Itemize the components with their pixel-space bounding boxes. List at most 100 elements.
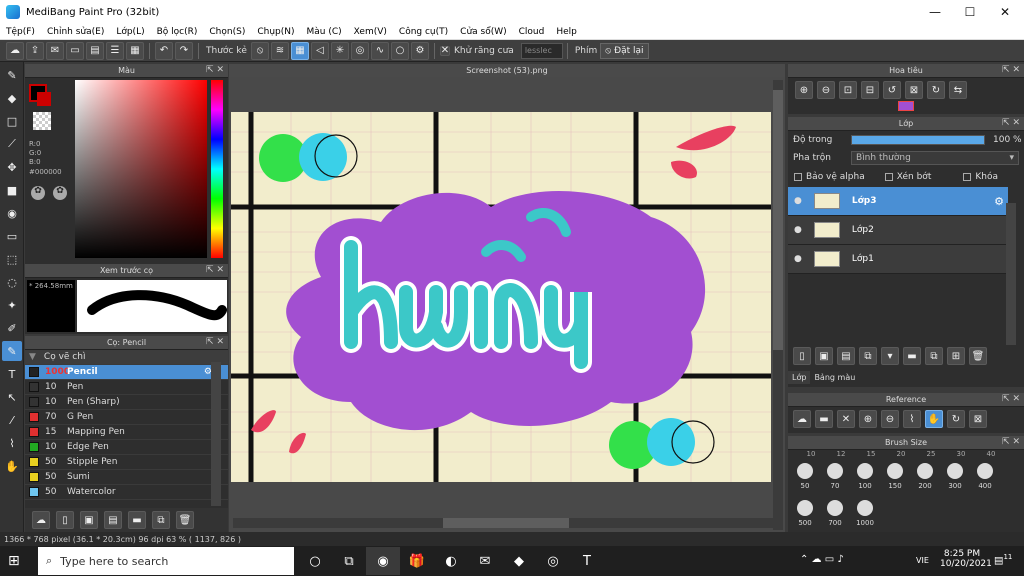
menu-capture[interactable]: Chụp(N) [251, 27, 300, 37]
bucket-tool-icon[interactable]: ◉ [2, 203, 22, 223]
brush-size-option[interactable]: 100 [850, 458, 880, 495]
eyedropper-tool-icon[interactable]: ⌇ [2, 433, 22, 453]
layer-row[interactable]: ● Lớp3 ⚙ [788, 187, 1008, 216]
menu-file[interactable]: Tệp(F) [0, 27, 41, 37]
actual-size-icon[interactable]: ⊟ [861, 81, 879, 99]
snap-input[interactable]: lesslec [520, 42, 563, 59]
rotate-right-icon[interactable]: ↻ [927, 81, 945, 99]
gift-app-icon[interactable]: 🎁 [400, 547, 434, 575]
divide-tool-icon[interactable]: ⁄ [2, 410, 22, 430]
layer-list-scrollbar[interactable] [1006, 203, 1016, 345]
drawing-canvas[interactable] [231, 112, 771, 482]
panel-options-icon[interactable]: ⇱ ✕ [1002, 65, 1020, 75]
panel-options-icon[interactable]: ⇱ ✕ [1002, 437, 1020, 447]
menu-color[interactable]: Màu (C) [301, 27, 348, 37]
move-tool-icon[interactable]: ✥ [2, 157, 22, 177]
eraser-tool-icon[interactable]: ◆ [2, 88, 22, 108]
layer-row[interactable]: ● Lớp1 [788, 245, 1008, 274]
panel-options-icon[interactable]: ⇱ ✕ [206, 265, 224, 275]
fit-icon[interactable]: ⊡ [839, 81, 857, 99]
horizontal-scroll-thumb[interactable] [443, 518, 569, 528]
concentric-ruler-icon[interactable]: ◎ [350, 41, 369, 60]
menu-view[interactable]: Xem(V) [348, 27, 393, 37]
canvas-horizontal-scrollbar[interactable] [233, 518, 773, 528]
delete-icon[interactable]: 🗑 [176, 511, 194, 529]
brush-tool-icon[interactable]: ✎ [2, 65, 22, 85]
brush-item[interactable]: 15 Mapping Pen [25, 425, 228, 440]
share-icon[interactable]: ⇪ [26, 41, 44, 60]
brush-size-option[interactable]: 300 [940, 458, 970, 495]
folder-icon[interactable]: ▬ [128, 511, 146, 529]
brush-item[interactable]: 50 Sumi [25, 470, 228, 485]
redo-icon[interactable]: ↷ [175, 41, 193, 60]
opacity-slider[interactable] [851, 135, 985, 145]
transparent-swatch[interactable] [33, 112, 51, 130]
magic-wand-tool-icon[interactable]: ✦ [2, 295, 22, 315]
layer-visibility-icon[interactable]: ● [794, 254, 802, 264]
windows-start-icon[interactable]: ⊞ [8, 553, 24, 569]
vertical-scroll-thumb[interactable] [773, 90, 783, 350]
lock-checkbox[interactable]: Khóa [963, 172, 998, 182]
circle-ruler-icon[interactable]: ○ [390, 41, 409, 60]
menu-filter[interactable]: Bộ lọc(R) [151, 27, 204, 37]
medibang-app-icon[interactable]: ◉ [366, 547, 400, 575]
brush-item[interactable]: 50 Stipple Pen [25, 455, 228, 470]
clock[interactable]: 8:25 PM 10/20/2021 [940, 549, 992, 569]
zoom-in-icon[interactable]: ⊕ [859, 410, 877, 428]
delete-layer-icon[interactable]: 🗑 [969, 347, 987, 365]
panel-options-icon[interactable]: ⇱ ✕ [1002, 394, 1020, 404]
brush-size-option[interactable]: 700 [820, 495, 850, 532]
canvas-vertical-scrollbar[interactable] [773, 80, 783, 530]
tab-palette[interactable]: Bảng màu [810, 371, 859, 384]
menu-layer[interactable]: Lớp(L) [110, 27, 150, 37]
brush-item[interactable]: 50 Watercolor [25, 485, 228, 500]
brush-size-option[interactable]: 400 [970, 458, 1000, 495]
new-layer-icon[interactable]: ▯ [793, 347, 811, 365]
fill-rect-tool-icon[interactable]: ■ [2, 180, 22, 200]
navigator-thumbnail[interactable] [898, 101, 914, 111]
hand-icon[interactable]: ✋ [925, 410, 943, 428]
menu-edit[interactable]: Chỉnh sửa(E) [41, 27, 110, 37]
cloud-icon[interactable]: ☁ [793, 410, 811, 428]
grid-ruler-icon[interactable]: ▦ [290, 41, 309, 60]
reset-rotation-icon[interactable]: ⊠ [905, 81, 923, 99]
panel-options-icon[interactable]: ⇱ ✕ [206, 65, 224, 75]
chrome-icon[interactable]: ◎ [536, 547, 570, 575]
select-eraser-tool-icon[interactable]: ✎ [2, 341, 22, 361]
brush-list-scrollbar[interactable] [211, 362, 221, 506]
grid-icon[interactable]: ▦ [126, 41, 144, 60]
zoom-in-icon[interactable]: ⊕ [795, 81, 813, 99]
open-folder-icon[interactable]: ▬ [815, 410, 833, 428]
menu-select[interactable]: Chọn(S) [203, 27, 251, 37]
cloud-icon[interactable]: ☁ [6, 41, 24, 60]
mail-icon[interactable]: ✉ [468, 547, 502, 575]
panel-options-icon[interactable]: ⇱ ✕ [1002, 118, 1020, 128]
curve-ruler-icon[interactable]: ∿ [370, 41, 389, 60]
maximize-button[interactable]: ☐ [953, 0, 987, 24]
fit-icon[interactable]: ⊠ [969, 410, 987, 428]
brush-size-option[interactable]: 500 [790, 495, 820, 532]
layer-visibility-icon[interactable]: ● [794, 196, 802, 206]
layer-visibility-icon[interactable]: ● [794, 225, 802, 235]
duplicate-icon[interactable]: ⧉ [152, 511, 170, 529]
menu-cloud[interactable]: Cloud [513, 27, 551, 37]
brush-size-option[interactable]: 200 [910, 458, 940, 495]
task-view-icon[interactable]: ⧉ [332, 547, 366, 575]
zoom-out-icon[interactable]: ⊖ [881, 410, 899, 428]
brush-item[interactable]: 10 Pen (Sharp) [25, 395, 228, 410]
brush-settings-icon[interactable]: ▤ [104, 511, 122, 529]
flip-icon[interactable]: ⇆ [949, 81, 967, 99]
text-tool-icon[interactable]: T [2, 364, 22, 384]
tab-layer[interactable]: Lớp [788, 371, 811, 384]
close-reference-icon[interactable]: ✕ [837, 410, 855, 428]
brush-size-option[interactable]: 1000 [850, 495, 880, 532]
ruler-off-icon[interactable]: ⦸ [250, 41, 269, 60]
layer-type-menu-icon[interactable]: ▾ [881, 347, 899, 365]
rotate-icon[interactable]: ↻ [947, 410, 965, 428]
undo-icon[interactable]: ↶ [155, 41, 173, 60]
brush-size-option[interactable]: 150 [880, 458, 910, 495]
blend-mode-select[interactable]: Bình thường ▾ [851, 151, 1019, 165]
canvas-tab-title[interactable]: Screenshot (53).png [229, 64, 785, 77]
protect-alpha-checkbox[interactable]: Bảo vệ alpha [794, 172, 865, 182]
minimize-button[interactable]: — [918, 0, 952, 24]
